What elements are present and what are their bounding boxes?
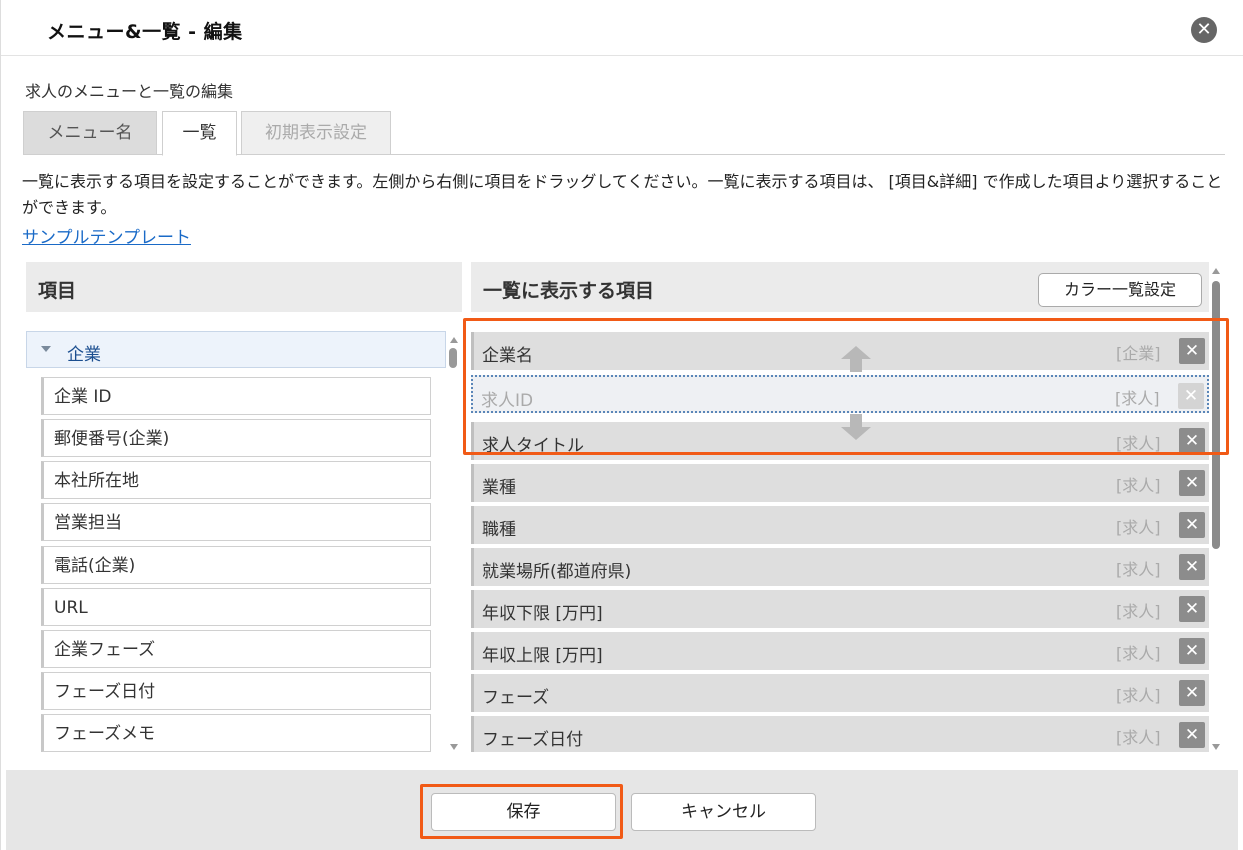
dialog-subtitle: 求人のメニューと一覧の編集: [25, 82, 234, 101]
group-header-company[interactable]: 企業: [26, 331, 446, 368]
selected-field-source: [求人]: [1116, 560, 1161, 579]
remove-icon[interactable]: ✕: [1179, 722, 1205, 748]
remove-icon[interactable]: ✕: [1179, 470, 1205, 496]
remove-icon[interactable]: ✕: [1179, 596, 1205, 622]
available-field[interactable]: 営業担当: [41, 503, 431, 541]
close-icon[interactable]: ✕: [1191, 17, 1217, 43]
description-text: 一覧に表示する項目を設定することができます。左側から右側に項目をドラッグしてくだ…: [22, 172, 1223, 217]
selected-field-label: 業種: [482, 478, 516, 498]
dialog-title: メニュー&一覧 - 編集: [47, 21, 243, 43]
selected-field-source: [求人]: [1116, 476, 1161, 495]
selected-fields-title: 一覧に表示する項目: [483, 280, 655, 302]
scroll-up-icon[interactable]: [1212, 268, 1220, 274]
group-label: 企業: [67, 345, 101, 365]
selected-field-source: [求人]: [1116, 518, 1161, 537]
selected-field-source: [求人]: [1116, 686, 1161, 705]
selected-field[interactable]: 職種 [求人] ✕: [471, 506, 1209, 544]
selected-field-source: [求人]: [1116, 602, 1161, 621]
caret-down-icon[interactable]: [41, 346, 51, 352]
tab-list[interactable]: 一覧: [162, 111, 237, 156]
tab-initial-display[interactable]: 初期表示設定: [241, 111, 391, 155]
selected-field[interactable]: 業種 [求人] ✕: [471, 464, 1209, 502]
edit-dialog: メニュー&一覧 - 編集 ✕ 求人のメニューと一覧の編集 メニュー名 一覧 初期…: [0, 0, 1243, 850]
scroll-up-icon[interactable]: [450, 337, 458, 343]
selected-field-label: 職種: [482, 520, 516, 540]
remove-icon[interactable]: ✕: [1179, 680, 1205, 706]
selected-field[interactable]: フェーズ日付 [求人] ✕: [471, 716, 1209, 752]
remove-icon[interactable]: ✕: [1179, 554, 1205, 580]
selected-field-label: 年収上限 [万円]: [482, 646, 603, 666]
save-highlight-annotation: [420, 784, 623, 839]
selected-field[interactable]: 年収下限 [万円] [求人] ✕: [471, 590, 1209, 628]
title-bar: メニュー&一覧 - 編集 ✕: [1, 0, 1243, 56]
selected-field[interactable]: フェーズ [求人] ✕: [471, 674, 1209, 712]
available-field[interactable]: 企業 ID: [41, 377, 431, 415]
scroll-down-icon[interactable]: [1212, 744, 1220, 750]
drag-highlight-annotation: [463, 318, 1229, 455]
left-scrollbar[interactable]: [447, 332, 459, 752]
remove-icon[interactable]: ✕: [1179, 638, 1205, 664]
sample-template-link[interactable]: サンプルテンプレート: [22, 223, 191, 248]
cancel-button[interactable]: キャンセル: [631, 793, 816, 831]
tab-menu-name[interactable]: メニュー名: [23, 111, 157, 155]
selected-field-label: 年収下限 [万円]: [482, 604, 603, 624]
available-field[interactable]: 企業フェーズ: [41, 630, 431, 668]
color-list-settings-button[interactable]: カラー一覧設定: [1038, 273, 1202, 307]
available-fields-panel: 項目 企業 企業 ID 郵便番号(企業) 本社所在地 営業担当 電話(企業) U…: [26, 262, 462, 752]
available-field[interactable]: 電話(企業): [41, 546, 431, 584]
available-fields-header: 項目: [26, 262, 462, 312]
available-fields-title: 項目: [38, 280, 77, 302]
available-field[interactable]: フェーズメモ: [41, 714, 431, 752]
available-field[interactable]: URL: [41, 588, 431, 626]
selected-field-label: フェーズ日付: [482, 730, 584, 750]
available-field[interactable]: 郵便番号(企業): [41, 419, 431, 457]
selected-field-label: 就業場所(都道府県): [482, 562, 632, 582]
selected-field[interactable]: 年収上限 [万円] [求人] ✕: [471, 632, 1209, 670]
remove-icon[interactable]: ✕: [1179, 512, 1205, 538]
selected-field-label: フェーズ: [482, 688, 550, 708]
selected-fields-header: 一覧に表示する項目 カラー一覧設定: [471, 262, 1209, 312]
scroll-thumb[interactable]: [449, 348, 457, 368]
scroll-down-icon[interactable]: [450, 744, 458, 750]
selected-field-source: [求人]: [1116, 644, 1161, 663]
selected-field[interactable]: 就業場所(都道府県) [求人] ✕: [471, 548, 1209, 586]
available-field[interactable]: フェーズ日付: [41, 672, 431, 710]
tab-bar: メニュー名 一覧 初期表示設定: [23, 111, 1225, 156]
selected-field-source: [求人]: [1116, 728, 1161, 747]
available-field[interactable]: 本社所在地: [41, 461, 431, 499]
